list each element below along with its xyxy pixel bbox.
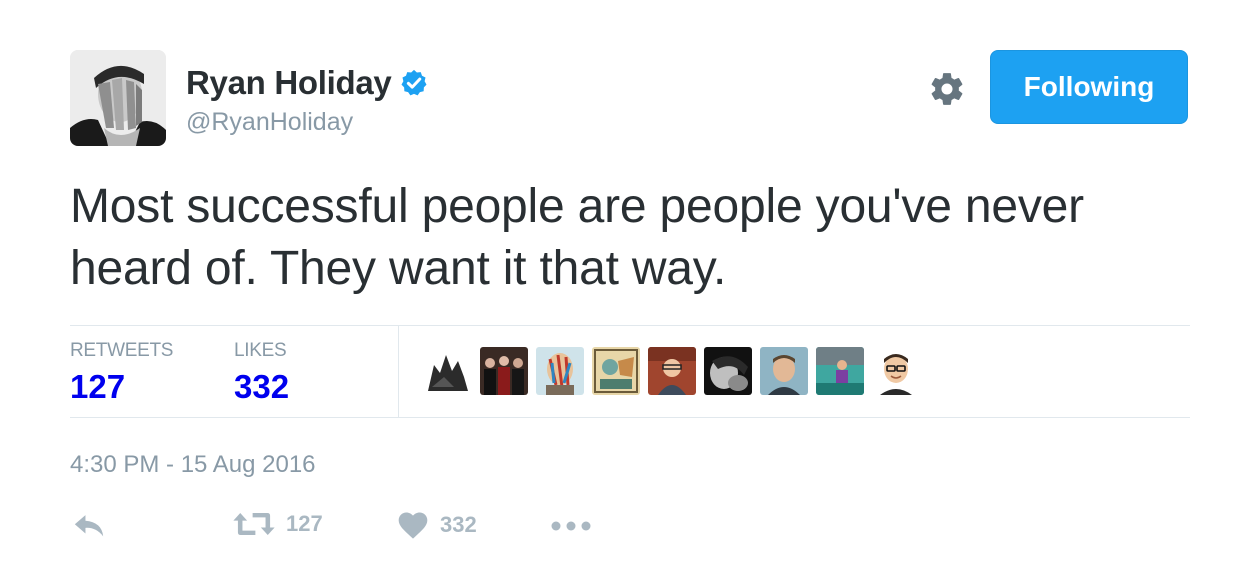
verified-badge-icon — [401, 69, 427, 96]
likes-label: LIKES — [234, 340, 287, 361]
like-action-count: 332 — [440, 512, 477, 537]
tweet-timestamp[interactable]: 4:30 PM - 15 Aug 2016 — [70, 451, 316, 479]
liker-avatar-5[interactable] — [648, 347, 696, 395]
settings-gear-button[interactable] — [928, 70, 966, 108]
retweet-button[interactable]: 127 — [232, 510, 323, 538]
following-button[interactable]: Following — [990, 50, 1188, 124]
liker-avatar-7[interactable] — [760, 347, 808, 395]
retweets-count[interactable]: 127 — [70, 368, 173, 406]
liker-avatar-9[interactable] — [872, 347, 920, 395]
retweet-action-count: 127 — [286, 511, 323, 536]
liker-avatar-4[interactable] — [592, 347, 640, 395]
retweets-stat[interactable]: RETWEETS 127 — [70, 340, 173, 406]
avatar-photo-icon — [70, 50, 166, 146]
stats-bottom-divider — [70, 417, 1190, 418]
more-button[interactable] — [551, 520, 591, 532]
liker-avatar-8[interactable] — [816, 347, 864, 395]
stats-top-divider — [70, 325, 1190, 326]
reply-icon — [74, 515, 104, 537]
more-dots-icon — [551, 521, 591, 531]
liker-avatars — [424, 347, 920, 395]
liker-avatar-1[interactable] — [424, 347, 472, 395]
retweet-icon — [233, 513, 275, 535]
reply-button[interactable] — [72, 510, 106, 540]
author-handle[interactable]: @RyanHoliday — [186, 108, 353, 137]
stats-vertical-divider — [398, 326, 399, 418]
author-name[interactable]: Ryan Holiday — [186, 64, 429, 102]
author-avatar[interactable] — [70, 50, 166, 146]
tweet-text: Most successful people are people you've… — [70, 180, 1084, 295]
like-button[interactable]: 332 — [396, 510, 477, 540]
heart-icon — [398, 512, 428, 539]
liker-avatar-2[interactable] — [480, 347, 528, 395]
liker-avatar-3[interactable] — [536, 347, 584, 395]
retweets-label: RETWEETS — [70, 340, 174, 361]
likes-count[interactable]: 332 — [234, 368, 289, 406]
likes-stat[interactable]: LIKES 332 — [234, 340, 289, 406]
gear-icon — [931, 73, 963, 105]
author-name-text[interactable]: Ryan Holiday — [186, 64, 392, 102]
liker-avatar-6[interactable] — [704, 347, 752, 395]
